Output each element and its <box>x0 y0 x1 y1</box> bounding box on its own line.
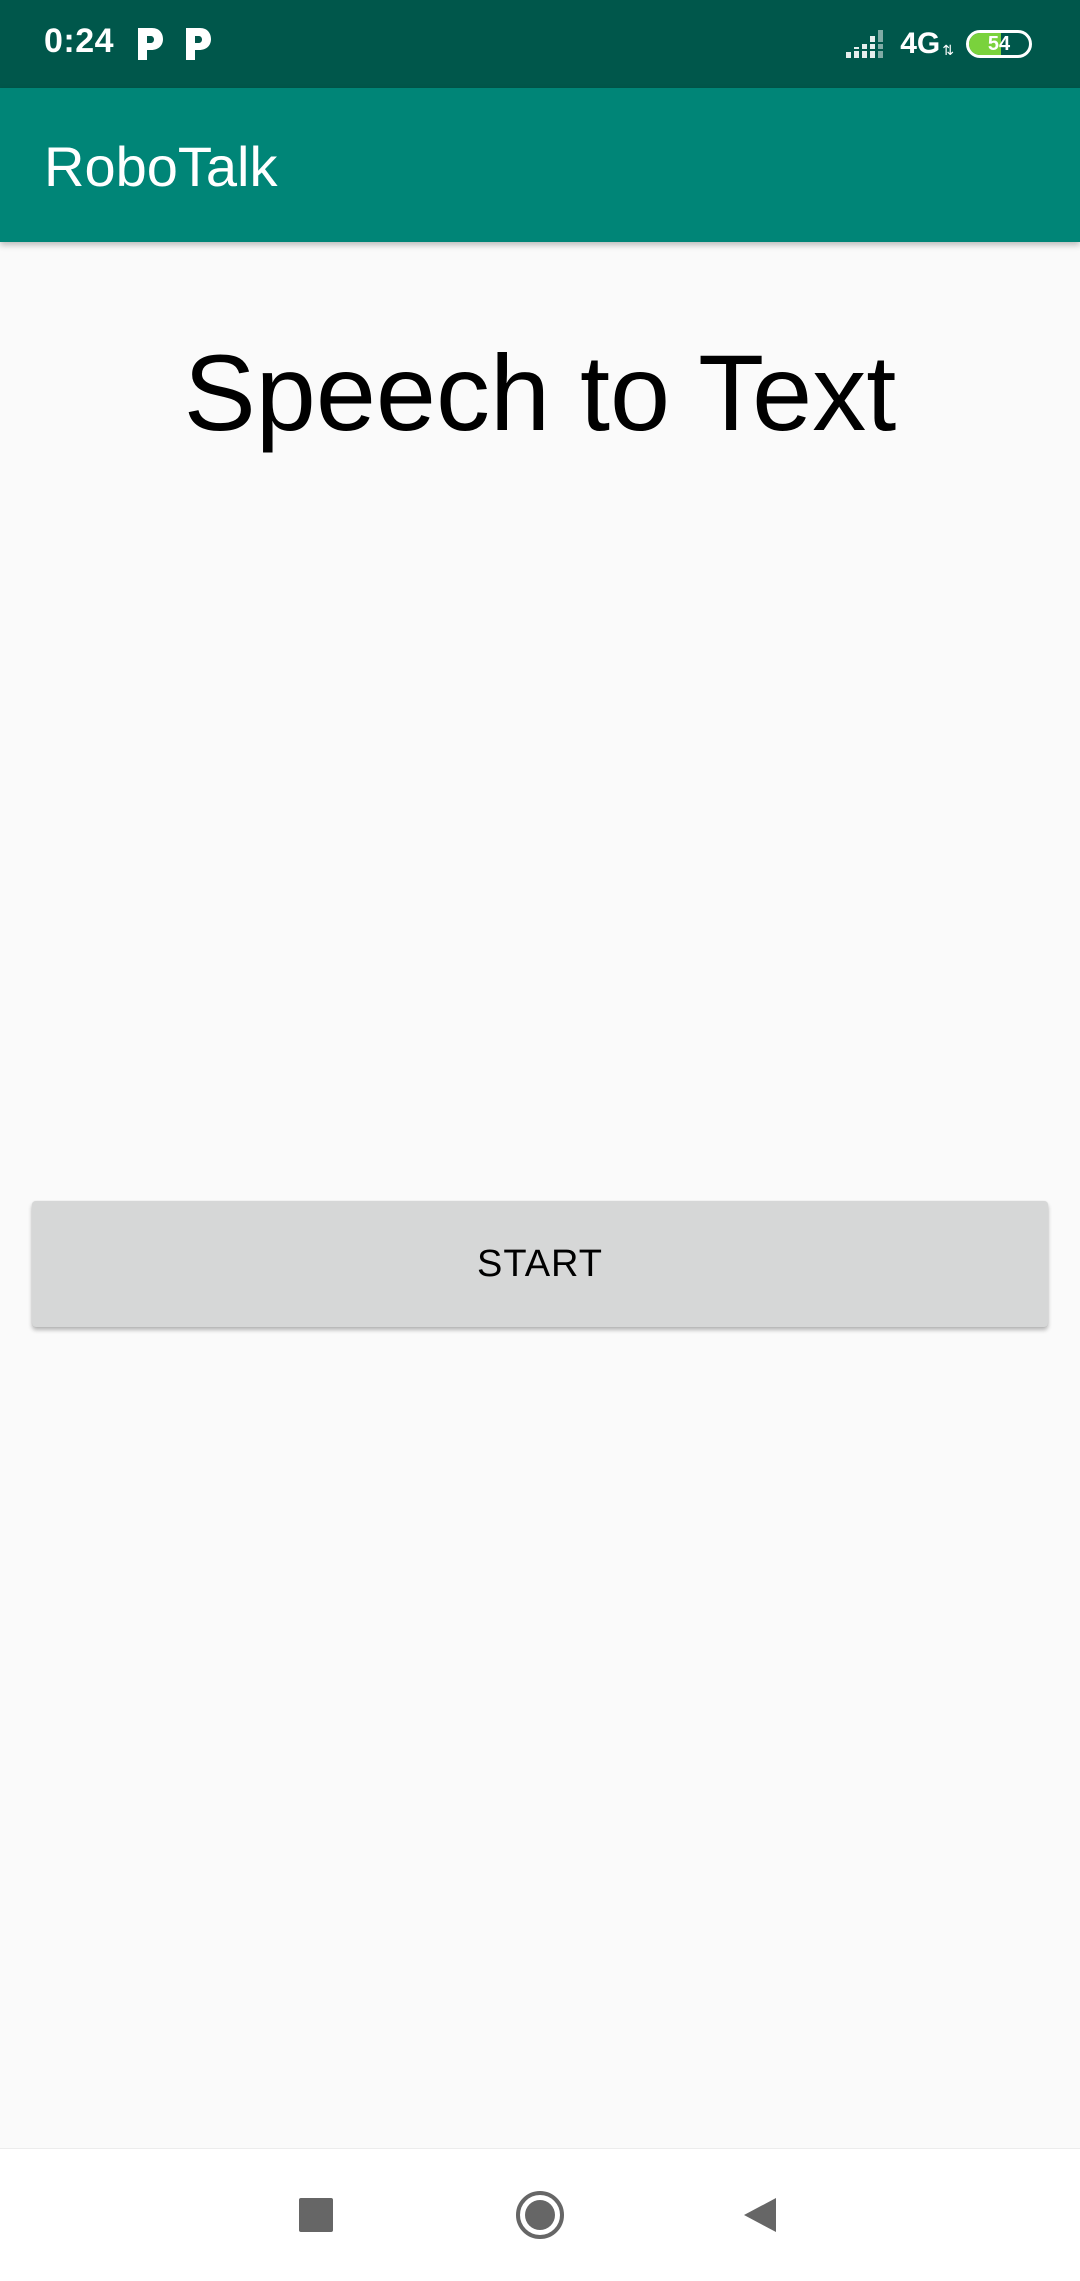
app-bar: RoboTalk <box>0 88 1080 242</box>
page-title: Speech to Text <box>183 332 897 453</box>
back-button[interactable] <box>730 2185 790 2245</box>
recents-icon <box>299 2198 333 2232</box>
status-bar: 0:24 4G ⇅ 54 <box>0 0 1080 88</box>
status-right-group: 4G ⇅ 54 <box>844 20 1032 68</box>
start-button[interactable]: START <box>32 1201 1048 1327</box>
network-type: 4G <box>900 27 941 60</box>
status-time: 0:24 <box>44 22 115 60</box>
parking-icon <box>186 28 211 60</box>
data-activity-icon: ⇅ <box>942 41 954 58</box>
battery-icon: 54 <box>966 30 1032 58</box>
recents-button[interactable] <box>286 2185 346 2245</box>
home-button[interactable] <box>510 2185 570 2245</box>
navigation-bar <box>0 2148 1080 2281</box>
app-title: RoboTalk <box>44 135 278 198</box>
battery-level: 54 <box>987 33 1011 55</box>
parking-icon <box>138 28 163 60</box>
home-icon <box>516 2191 564 2239</box>
back-icon <box>744 2198 776 2232</box>
signal-icon <box>844 30 885 58</box>
